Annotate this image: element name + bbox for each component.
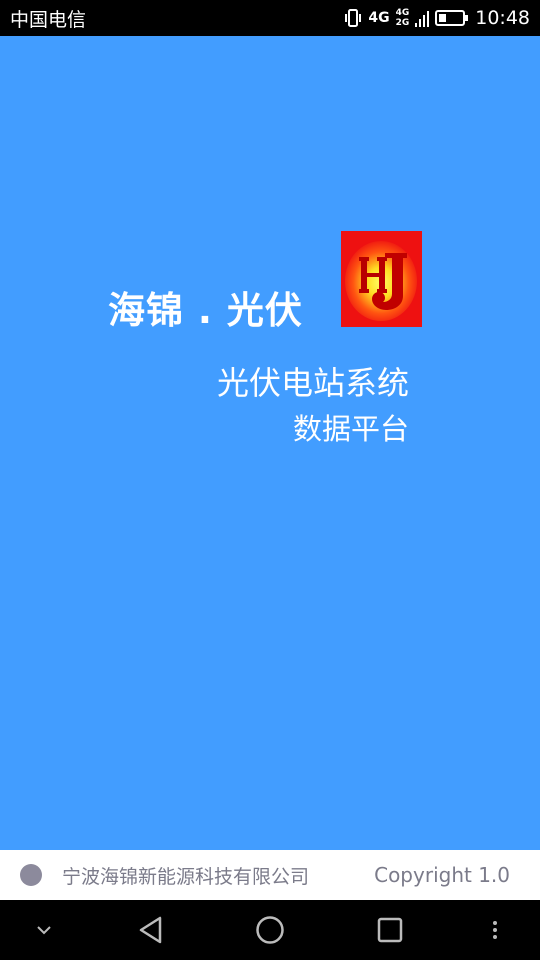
platform-title: 数据平台 <box>292 412 409 446</box>
network-type-secondary-bottom: 2G <box>395 18 410 28</box>
clock-label: 10:48 <box>475 7 530 29</box>
system-title: 光伏电站系统 <box>216 364 409 402</box>
navigation-bar <box>0 900 540 960</box>
carrier-label: 中国电信 <box>10 8 87 31</box>
brand-title: 海锦 . 光伏 <box>108 289 303 332</box>
recents-icon <box>377 917 403 943</box>
footer-dot-icon <box>20 864 42 886</box>
back-icon <box>138 916 164 944</box>
status-indicators: 4G 4G 2G 10:48 <box>344 7 530 29</box>
status-bar: 中国电信 4G 4G 2G 10:48 <box>0 0 540 36</box>
home-button[interactable] <box>245 900 295 960</box>
home-icon <box>255 915 285 945</box>
more-button[interactable] <box>480 900 510 960</box>
app-screen: 中国电信 4G 4G 2G 10:48 海锦 . 光伏 光伏电站系统 数据平台 … <box>0 0 540 960</box>
chevron-down-icon <box>36 925 52 935</box>
signal-icon <box>415 9 430 27</box>
copyright-label: Copyright 1.0 <box>374 863 510 887</box>
more-icon <box>492 920 498 940</box>
splash-content: 海锦 . 光伏 光伏电站系统 数据平台 <box>0 36 540 850</box>
company-name: 宁波海锦新能源科技有限公司 <box>62 865 310 888</box>
back-button[interactable] <box>126 900 176 960</box>
hide-nav-button[interactable] <box>24 900 64 960</box>
network-type-primary: 4G <box>368 10 390 26</box>
recents-button[interactable] <box>365 900 415 960</box>
company-logo <box>341 231 422 327</box>
network-type-secondary-top: 4G <box>395 8 410 18</box>
network-type-secondary: 4G 2G <box>396 8 410 28</box>
footer: 宁波海锦新能源科技有限公司 Copyright 1.0 <box>0 850 540 900</box>
battery-icon <box>435 9 469 27</box>
vibrate-icon <box>344 8 362 28</box>
